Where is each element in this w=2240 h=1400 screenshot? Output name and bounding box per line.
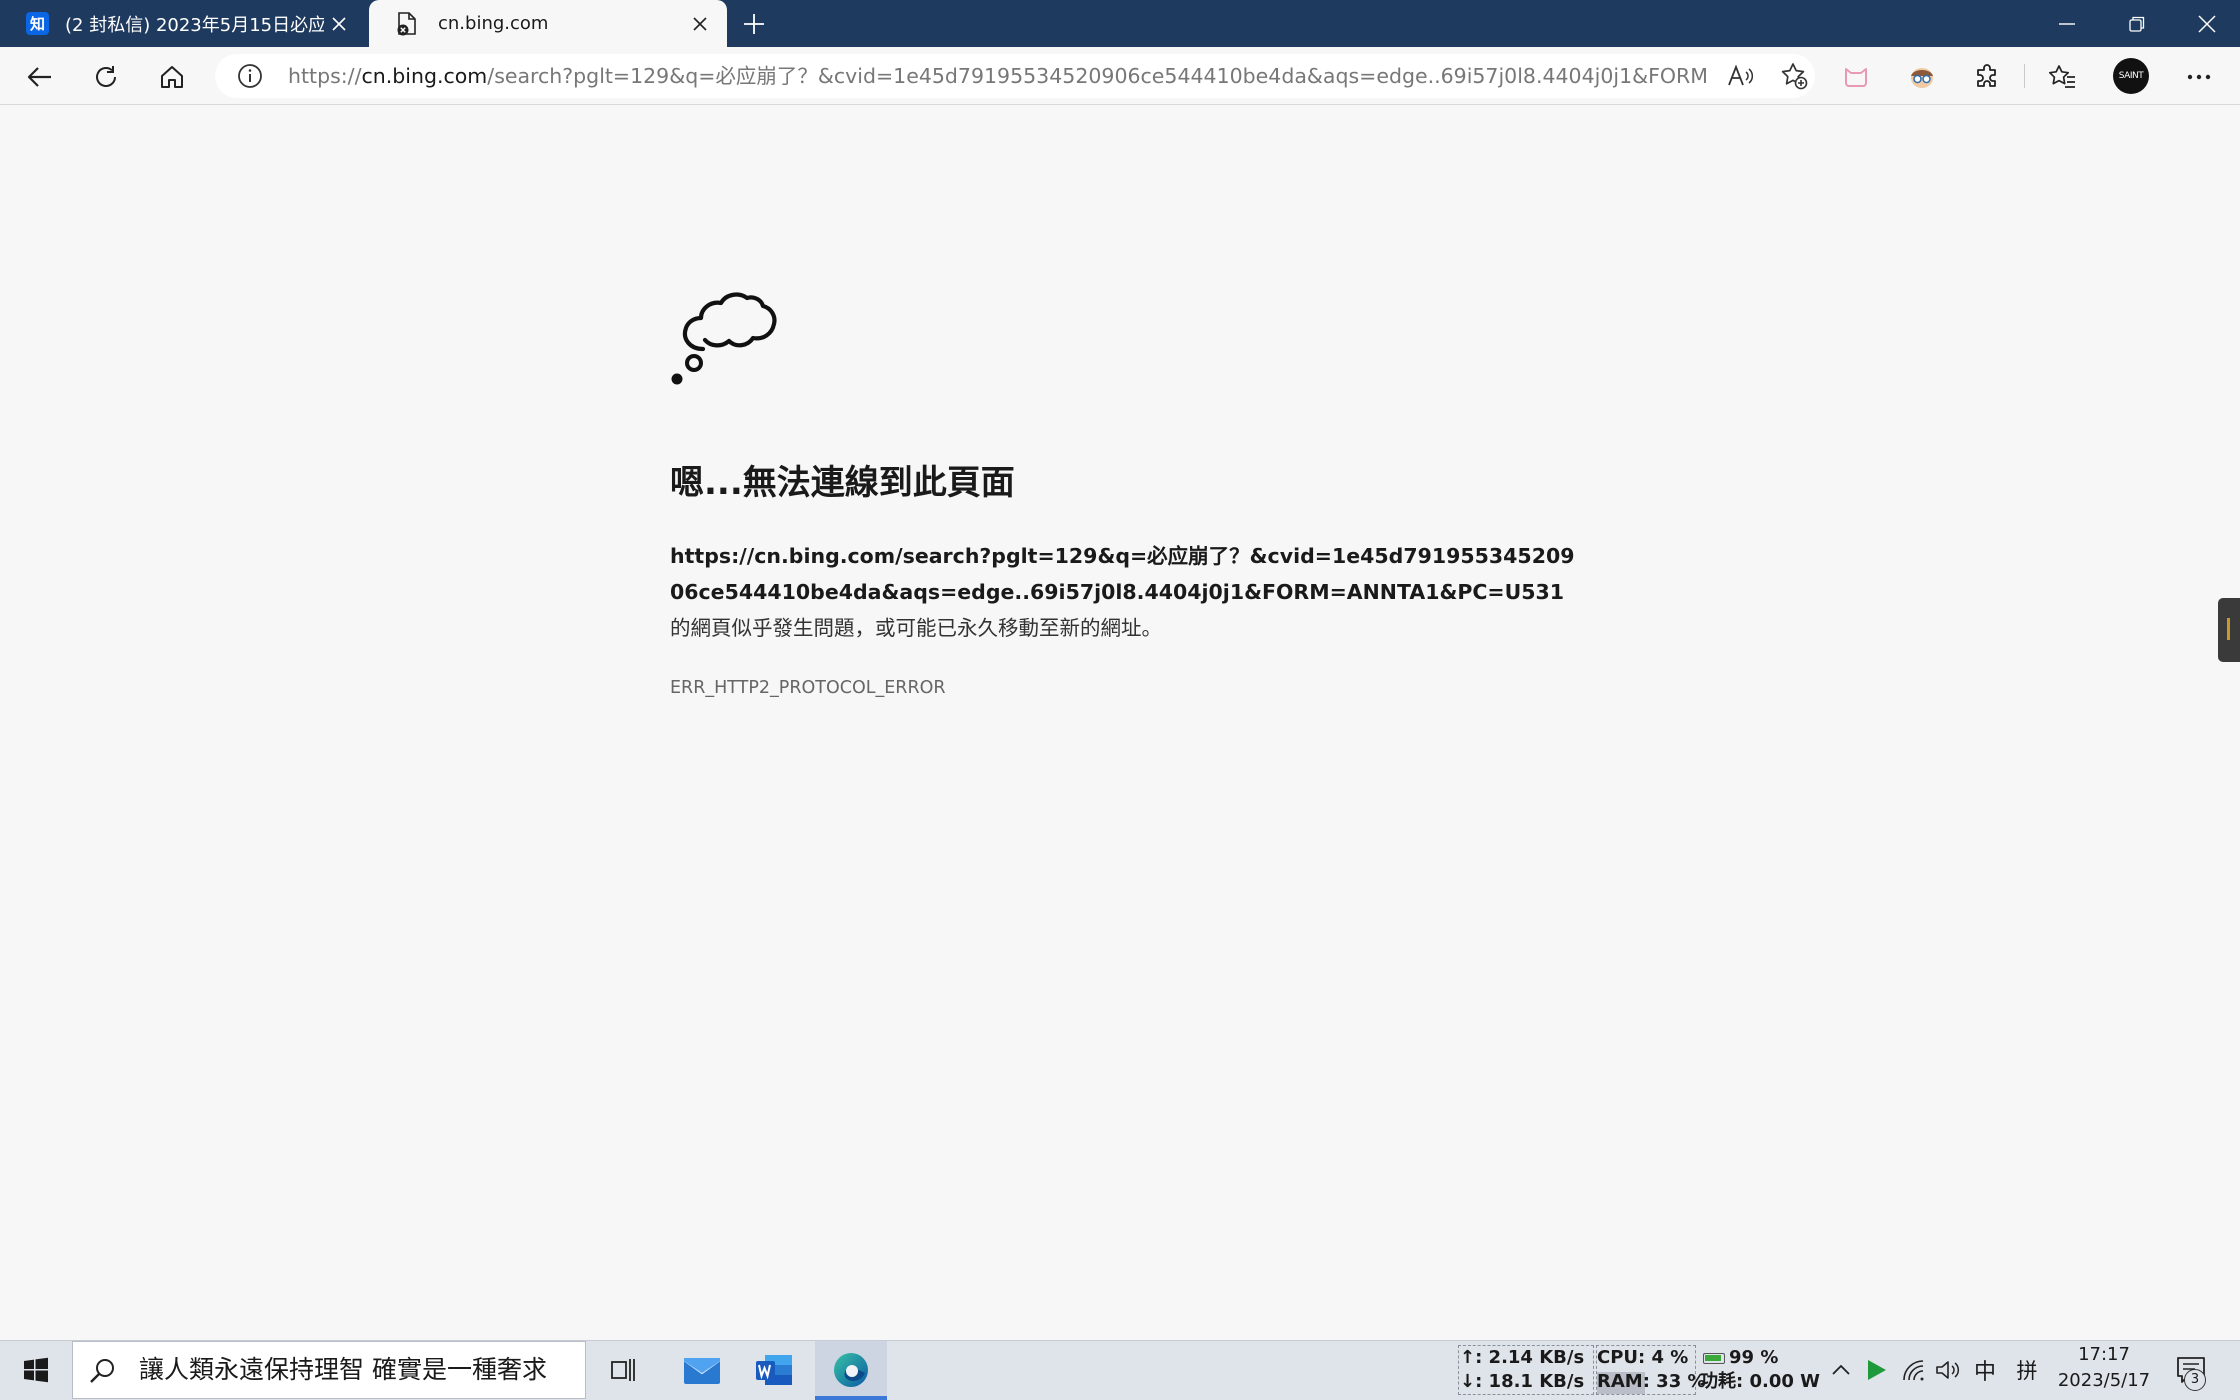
- clock-date: 2023/5/17: [2057, 1370, 2151, 1391]
- info-icon[interactable]: [237, 63, 263, 89]
- show-hidden-icons-chevron-icon[interactable]: [1826, 1340, 1856, 1400]
- word-app-icon[interactable]: [742, 1340, 806, 1400]
- download-speed: ↓: 18.1 KB/s: [1460, 1371, 1585, 1392]
- upload-speed: ↑: 2.14 KB/s: [1460, 1347, 1585, 1368]
- read-aloud-icon[interactable]: [1725, 61, 1755, 91]
- back-button[interactable]: [19, 56, 61, 98]
- play-icon[interactable]: [1860, 1340, 1894, 1400]
- page-error-icon: [395, 11, 418, 35]
- home-button[interactable]: [151, 56, 193, 98]
- tab-zhihu[interactable]: 知 (2 封私信) 2023年5月15日必应搜: [0, 0, 366, 47]
- zhihu-icon: 知: [26, 12, 49, 35]
- toolbar-separator: [2024, 64, 2025, 88]
- cat-extension-icon[interactable]: [1835, 56, 1877, 98]
- refresh-button[interactable]: [85, 56, 127, 98]
- close-window-button[interactable]: [2172, 0, 2240, 47]
- more-menu-icon[interactable]: [2178, 56, 2220, 98]
- close-tab-icon[interactable]: [324, 9, 354, 39]
- minimize-button[interactable]: [2032, 0, 2102, 47]
- search-icon: [89, 1357, 117, 1385]
- thought-cloud-icon: [668, 277, 784, 389]
- taskbar-clock[interactable]: 17:17 2023/5/17: [2056, 1342, 2152, 1394]
- search-query: 讓人類永遠保持理智 確實是一種奢求: [139, 1355, 547, 1384]
- error-message: https://cn.bing.com/search?pglt=129&q=必应…: [670, 538, 1580, 646]
- ime-mode[interactable]: 拼: [2010, 1340, 2044, 1400]
- error-url: https://cn.bing.com/search?pglt=129&q=必应…: [670, 544, 1575, 604]
- power-usage: 功耗: 0.00 W: [1700, 1371, 1820, 1392]
- error-title: 嗯...無法連線到此頁面: [670, 463, 1015, 503]
- profile-avatar[interactable]: SAINT: [2113, 58, 2149, 94]
- favorites-icon[interactable]: [2041, 56, 2083, 98]
- url-path: /search?pglt=129&q=必应崩了？&cvid=1e45d79195…: [487, 64, 1708, 88]
- cpu-usage: CPU: 4 %: [1597, 1347, 1689, 1368]
- battery-icon: [1703, 1353, 1725, 1364]
- url-prefix: https://: [288, 64, 362, 88]
- restore-button[interactable]: [2102, 0, 2172, 47]
- avatar-extension-icon[interactable]: [1901, 56, 1943, 98]
- battery-level: 99 %: [1729, 1347, 1779, 1368]
- notification-count-badge: 3: [2184, 1369, 2206, 1391]
- windows-start-icon[interactable]: [0, 1340, 72, 1400]
- extensions-icon[interactable]: [1966, 56, 2008, 98]
- error-description: 的網頁似乎發生問題，或可能已永久移動至新的網址。: [670, 616, 1162, 640]
- url-host: cn.bing.com: [361, 64, 488, 88]
- edge-app-active-indicator: [815, 1396, 887, 1400]
- close-tab-icon[interactable]: [685, 9, 715, 39]
- tab-strip: 知 (2 封私信) 2023年5月15日必应搜 cn.bing.com: [0, 0, 2240, 47]
- tab-bing[interactable]: cn.bing.com: [369, 0, 727, 47]
- add-favorite-icon[interactable]: [1779, 61, 1809, 91]
- browser-toolbar: https://cn.bing.com/search?pglt=129&q=必应…: [0, 47, 2240, 105]
- taskbar-search-box[interactable]: 讓人類永遠保持理智 確實是一種奢求: [72, 1341, 586, 1399]
- tab-title: (2 封私信) 2023年5月15日必应搜: [65, 14, 324, 36]
- volume-icon[interactable]: [1931, 1340, 1965, 1400]
- tab-title: cn.bing.com: [438, 13, 549, 34]
- error-code: ERR_HTTP2_PROTOCOL_ERROR: [670, 678, 946, 698]
- clock-time: 17:17: [2078, 1344, 2130, 1365]
- ram-usage: RAM: 33 %: [1597, 1371, 1706, 1392]
- mail-app-icon[interactable]: [670, 1340, 734, 1400]
- task-view-icon[interactable]: [594, 1340, 654, 1400]
- sidebar-toggle-handle[interactable]: [2218, 598, 2240, 662]
- wifi-icon[interactable]: [1897, 1340, 1931, 1400]
- new-tab-button[interactable]: [736, 6, 772, 42]
- edge-app-icon[interactable]: [815, 1340, 887, 1400]
- ime-language[interactable]: 中: [1968, 1340, 2002, 1400]
- url-text[interactable]: https://cn.bing.com/search?pglt=129&q=必应…: [288, 54, 1708, 98]
- address-bar[interactable]: https://cn.bing.com/search?pglt=129&q=必应…: [215, 54, 1815, 98]
